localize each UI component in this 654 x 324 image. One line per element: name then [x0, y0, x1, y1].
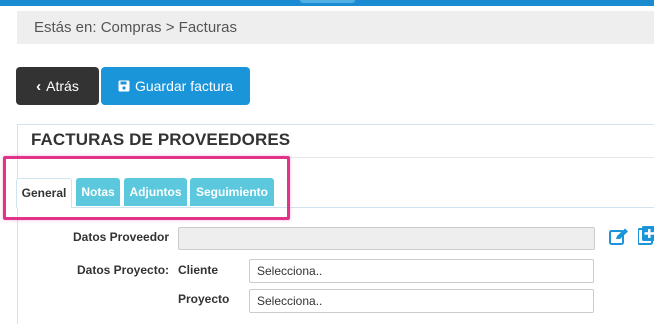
back-button-label: Atrás: [46, 78, 79, 94]
panel-title: FACTURAS DE PROVEEDORES: [31, 130, 290, 150]
tabs-highlight-box: [3, 156, 290, 220]
project-label: Proyecto: [178, 292, 229, 306]
breadcrumb-separator: >: [162, 19, 179, 36]
breadcrumb: Estás en: Compras > Facturas: [17, 11, 654, 44]
project-select[interactable]: Selecciona..: [249, 289, 594, 313]
edit-icon[interactable]: [609, 228, 629, 251]
save-invoice-label: Guardar factura: [135, 78, 233, 94]
back-button[interactable]: ‹ Atrás: [16, 67, 99, 105]
breadcrumb-section[interactable]: Compras: [101, 19, 162, 36]
project-data-label: Datos Proyecto:: [77, 263, 169, 277]
client-select[interactable]: Selecciona..: [249, 259, 594, 283]
add-icon[interactable]: [638, 226, 654, 251]
breadcrumb-page: Facturas: [179, 19, 237, 36]
supplier-label: Datos Proveedor: [73, 230, 169, 244]
client-label: Cliente: [178, 263, 218, 277]
breadcrumb-prefix: Estás en:: [34, 19, 101, 36]
top-bar-accent: [300, 0, 355, 3]
save-invoice-button[interactable]: Guardar factura: [101, 67, 250, 105]
top-bar: [0, 0, 654, 6]
chevron-left-icon: ‹: [36, 79, 41, 94]
save-icon: [118, 80, 130, 92]
supplier-field[interactable]: [178, 227, 595, 250]
